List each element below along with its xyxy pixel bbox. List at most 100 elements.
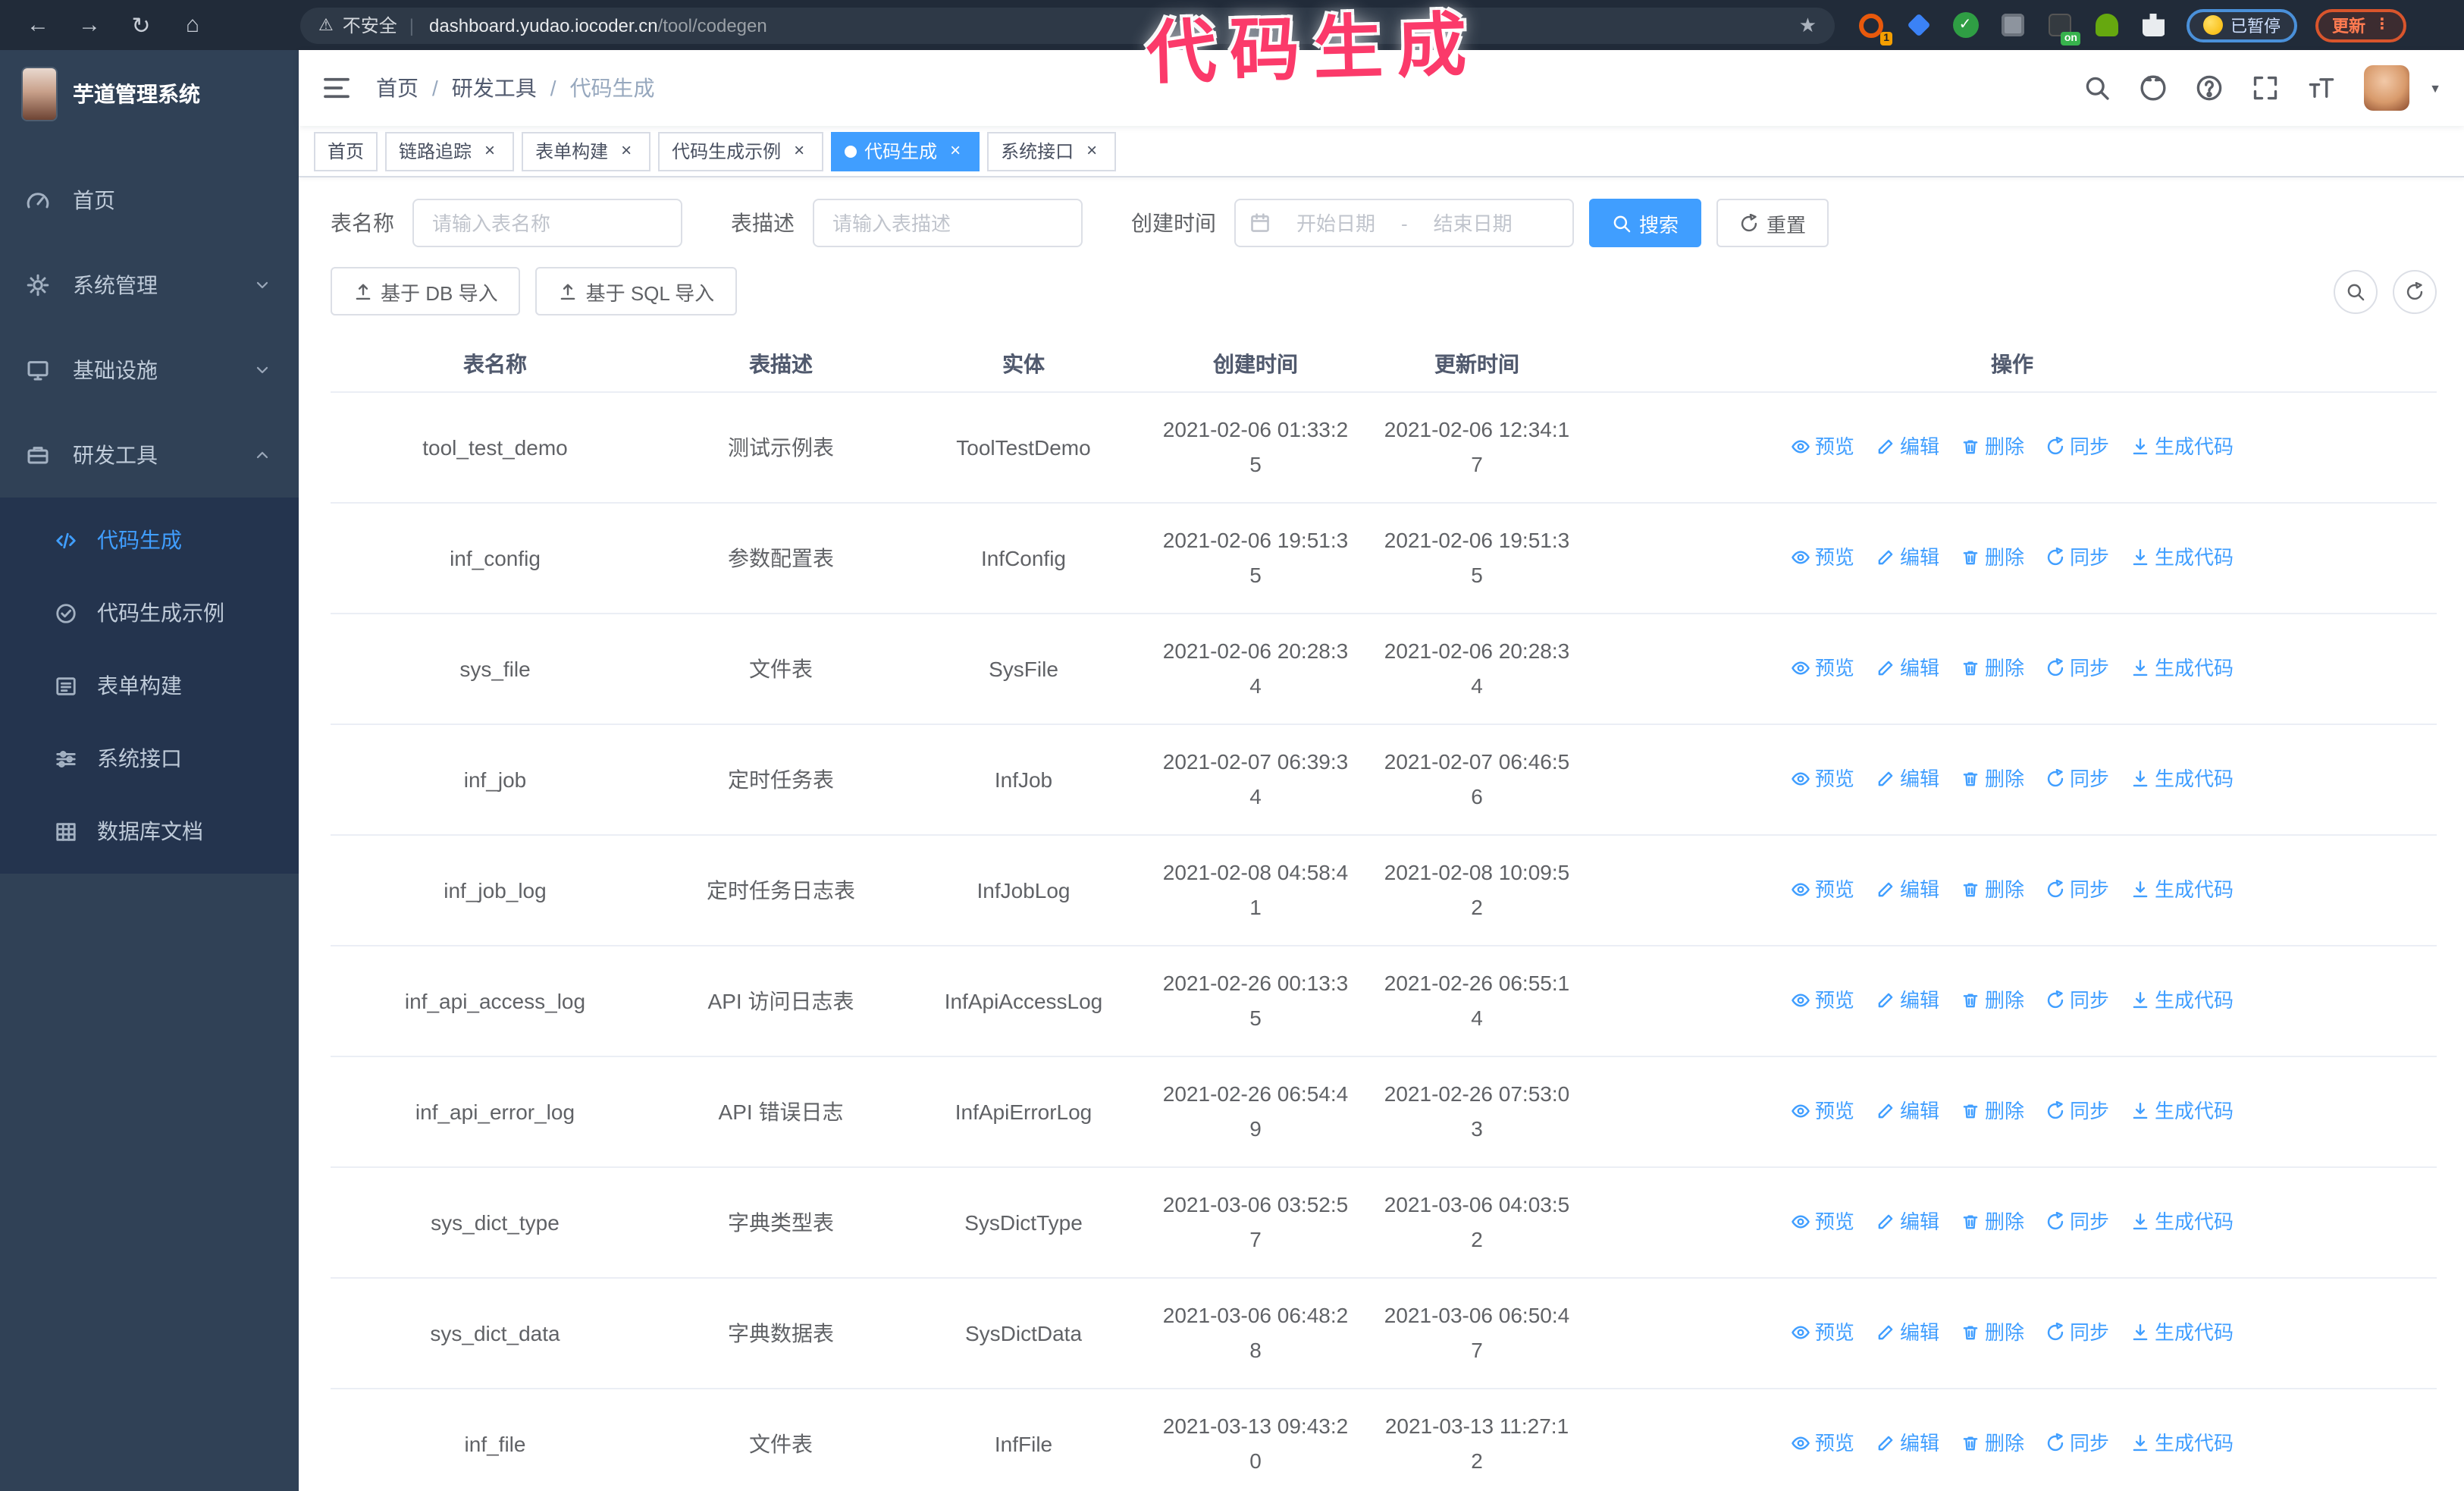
action-eye[interactable]: 预览 bbox=[1791, 428, 1854, 463]
action-trash[interactable]: 删除 bbox=[1961, 650, 2024, 685]
action-sync[interactable]: 同步 bbox=[2045, 428, 2109, 463]
github-icon[interactable] bbox=[2140, 74, 2167, 102]
action-edit[interactable]: 编辑 bbox=[1876, 1425, 1939, 1460]
action-trash[interactable]: 删除 bbox=[1961, 1204, 2024, 1238]
sidebar-item-codegen[interactable]: 代码生成 bbox=[0, 504, 299, 576]
end-date-input[interactable] bbox=[1416, 212, 1529, 234]
action-eye[interactable]: 预览 bbox=[1791, 871, 1854, 906]
action-eye[interactable]: 预览 bbox=[1791, 982, 1854, 1017]
action-sync[interactable]: 同步 bbox=[2045, 871, 2109, 906]
close-icon[interactable]: × bbox=[788, 140, 810, 162]
breadcrumb-item[interactable]: 首页 bbox=[376, 73, 419, 103]
tab-系统接口[interactable]: 系统接口 × bbox=[987, 131, 1117, 171]
close-icon[interactable]: × bbox=[1081, 140, 1102, 162]
breadcrumb-item[interactable]: 研发工具 bbox=[452, 73, 537, 103]
import-sql-button[interactable]: 基于 SQL 导入 bbox=[535, 267, 738, 315]
sidebar-logo-row[interactable]: 芋道管理系统 bbox=[0, 50, 299, 137]
action-trash[interactable]: 删除 bbox=[1961, 428, 2024, 463]
toggle-search-button[interactable] bbox=[2334, 269, 2378, 313]
close-icon[interactable]: × bbox=[945, 140, 966, 162]
action-download[interactable]: 生成代码 bbox=[2130, 539, 2234, 574]
action-eye[interactable]: 预览 bbox=[1791, 1314, 1854, 1349]
browser-forward-icon[interactable]: → bbox=[73, 8, 106, 42]
action-trash[interactable]: 删除 bbox=[1961, 982, 2024, 1017]
browser-back-icon[interactable]: ← bbox=[21, 8, 55, 42]
refresh-button[interactable] bbox=[2393, 269, 2437, 313]
action-download[interactable]: 生成代码 bbox=[2130, 982, 2234, 1017]
table-desc-input[interactable] bbox=[813, 199, 1083, 247]
bookmark-star-icon[interactable]: ★ bbox=[1799, 13, 1817, 37]
action-edit[interactable]: 编辑 bbox=[1876, 1204, 1939, 1238]
action-sync[interactable]: 同步 bbox=[2045, 1093, 2109, 1128]
action-eye[interactable]: 预览 bbox=[1791, 761, 1854, 796]
security-warning-icon[interactable]: ⚠ bbox=[318, 15, 334, 35]
browser-home-icon[interactable]: ⌂ bbox=[176, 8, 209, 42]
tab-代码生成示例[interactable]: 代码生成示例 × bbox=[658, 131, 824, 171]
sidebar-item-db-doc[interactable]: 数据库文档 bbox=[0, 795, 299, 868]
action-download[interactable]: 生成代码 bbox=[2130, 428, 2234, 463]
action-eye[interactable]: 预览 bbox=[1791, 539, 1854, 574]
action-edit[interactable]: 编辑 bbox=[1876, 539, 1939, 574]
ext-orange-circle-icon[interactable]: 1 bbox=[1856, 10, 1892, 45]
font-size-icon[interactable] bbox=[2308, 74, 2335, 102]
action-edit[interactable]: 编辑 bbox=[1876, 982, 1939, 1017]
close-icon[interactable]: × bbox=[616, 140, 637, 162]
action-edit[interactable]: 编辑 bbox=[1876, 650, 1939, 685]
tab-链路追踪[interactable]: 链路追踪 × bbox=[385, 131, 515, 171]
sidebar-item-system[interactable]: 系统管理 bbox=[0, 243, 299, 328]
action-trash[interactable]: 删除 bbox=[1961, 1314, 2024, 1349]
action-edit[interactable]: 编辑 bbox=[1876, 428, 1939, 463]
sidebar-item-infra[interactable]: 基础设施 bbox=[0, 328, 299, 413]
browser-menu-icon[interactable]: ⋮ bbox=[2375, 17, 2390, 33]
action-sync[interactable]: 同步 bbox=[2045, 982, 2109, 1017]
action-trash[interactable]: 删除 bbox=[1961, 871, 2024, 906]
action-sync[interactable]: 同步 bbox=[2045, 539, 2109, 574]
ext-grid-icon[interactable] bbox=[1997, 10, 2027, 40]
ext-blue-gem-icon[interactable] bbox=[1903, 10, 1933, 40]
action-download[interactable]: 生成代码 bbox=[2130, 1204, 2234, 1238]
sidebar-item-form-builder[interactable]: 表单构建 bbox=[0, 649, 299, 722]
close-icon[interactable]: × bbox=[479, 140, 500, 162]
table-name-input[interactable] bbox=[412, 199, 682, 247]
action-trash[interactable]: 删除 bbox=[1961, 539, 2024, 574]
update-button[interactable]: 更新 ⋮ bbox=[2315, 8, 2406, 42]
tab-首页[interactable]: 首页 bbox=[314, 131, 378, 171]
ext-green-key-icon[interactable] bbox=[2091, 10, 2121, 40]
action-edit[interactable]: 编辑 bbox=[1876, 1093, 1939, 1128]
paused-pill[interactable]: 已暂停 bbox=[2187, 8, 2297, 42]
import-db-button[interactable]: 基于 DB 导入 bbox=[331, 267, 521, 315]
action-sync[interactable]: 同步 bbox=[2045, 761, 2109, 796]
action-edit[interactable]: 编辑 bbox=[1876, 871, 1939, 906]
hamburger-icon[interactable] bbox=[321, 73, 352, 103]
action-download[interactable]: 生成代码 bbox=[2130, 871, 2234, 906]
avatar-caret-icon[interactable]: ▼ bbox=[2429, 81, 2441, 95]
security-label[interactable]: 不安全 bbox=[343, 12, 397, 38]
action-download[interactable]: 生成代码 bbox=[2130, 650, 2234, 685]
action-eye[interactable]: 预览 bbox=[1791, 1093, 1854, 1128]
action-sync[interactable]: 同步 bbox=[2045, 650, 2109, 685]
action-eye[interactable]: 预览 bbox=[1791, 1204, 1854, 1238]
date-range-picker[interactable]: - bbox=[1234, 199, 1574, 247]
ext-dark-on-icon[interactable]: on bbox=[2044, 10, 2080, 45]
sidebar-item-codegen-example[interactable]: 代码生成示例 bbox=[0, 576, 299, 649]
address-bar[interactable]: ⚠ 不安全 | dashboard.yudao.iocoder.cn/tool/… bbox=[300, 7, 1835, 43]
action-trash[interactable]: 删除 bbox=[1961, 761, 2024, 796]
action-trash[interactable]: 删除 bbox=[1961, 1425, 2024, 1460]
action-trash[interactable]: 删除 bbox=[1961, 1093, 2024, 1128]
ext-puzzle-icon[interactable] bbox=[2138, 10, 2168, 40]
action-eye[interactable]: 预览 bbox=[1791, 650, 1854, 685]
action-download[interactable]: 生成代码 bbox=[2130, 761, 2234, 796]
help-icon[interactable] bbox=[2196, 74, 2223, 102]
tab-表单构建[interactable]: 表单构建 × bbox=[522, 131, 651, 171]
action-sync[interactable]: 同步 bbox=[2045, 1204, 2109, 1238]
action-download[interactable]: 生成代码 bbox=[2130, 1093, 2234, 1128]
action-edit[interactable]: 编辑 bbox=[1876, 761, 1939, 796]
search-button[interactable]: 搜索 bbox=[1589, 199, 1702, 247]
search-icon[interactable] bbox=[2083, 74, 2111, 102]
avatar[interactable] bbox=[2364, 65, 2410, 111]
action-edit[interactable]: 编辑 bbox=[1876, 1314, 1939, 1349]
tab-代码生成[interactable]: 代码生成 × bbox=[831, 131, 980, 171]
browser-reload-icon[interactable]: ↻ bbox=[124, 8, 158, 42]
reset-button[interactable]: 重置 bbox=[1716, 199, 1829, 247]
action-sync[interactable]: 同步 bbox=[2045, 1425, 2109, 1460]
